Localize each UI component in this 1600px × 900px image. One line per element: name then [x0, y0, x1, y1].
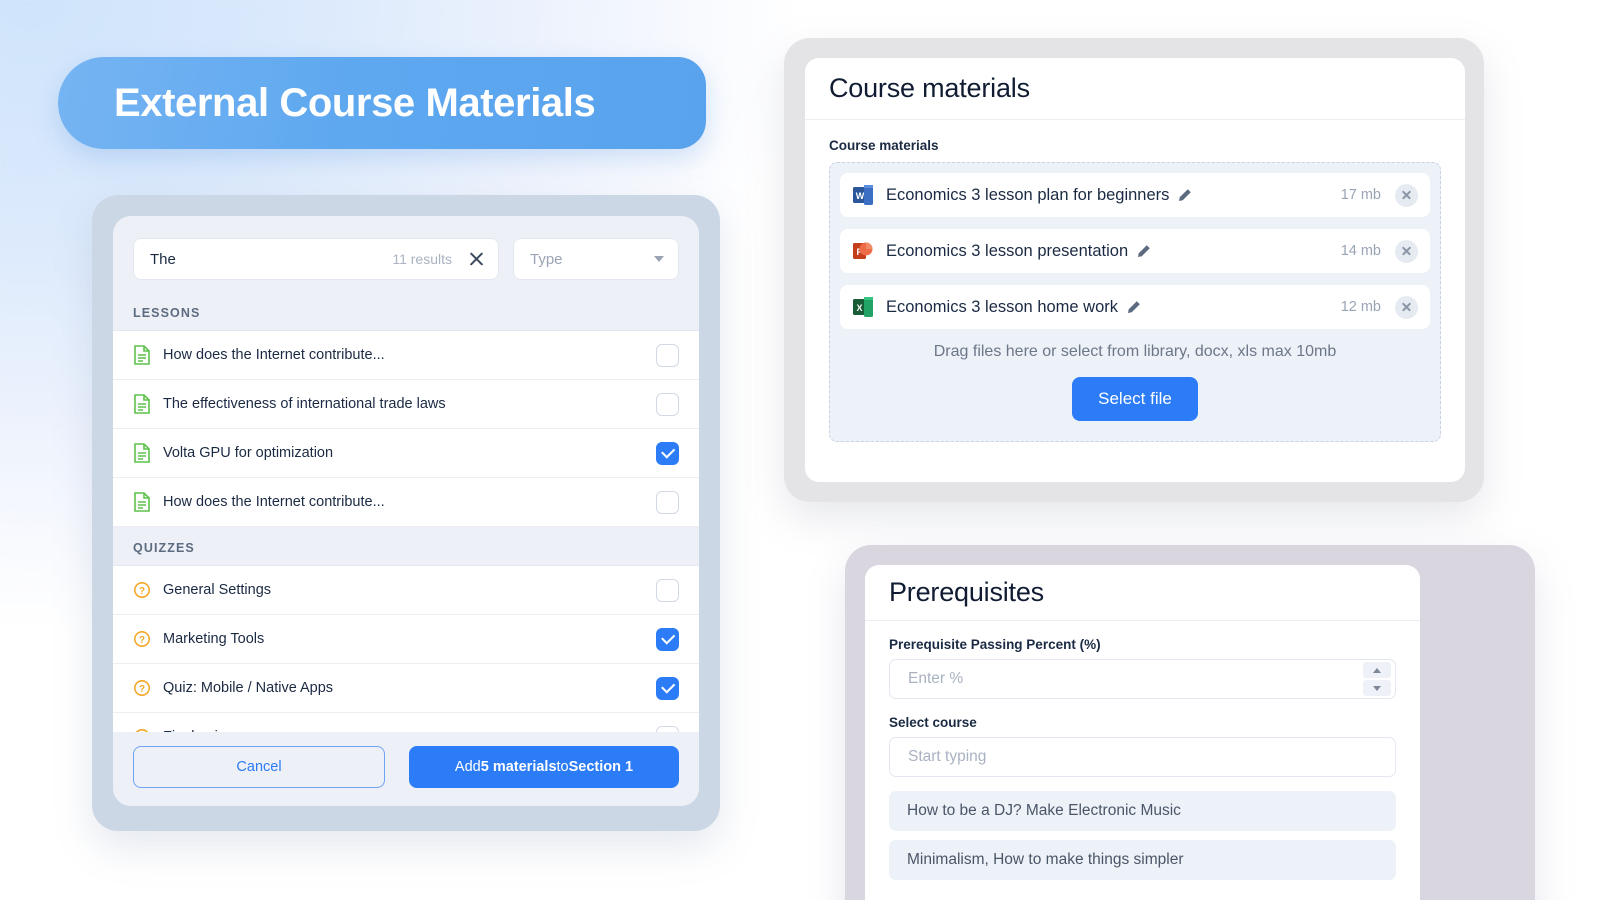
passing-percent-label: Prerequisite Passing Percent (%): [889, 637, 1101, 652]
quiz-question-icon: ?: [134, 680, 150, 696]
course-materials-title: Course materials: [829, 73, 1030, 103]
powerpoint-file-icon: P: [853, 242, 873, 259]
group-header-lessons: LESSONS: [113, 292, 699, 331]
type-filter-label: Type: [530, 250, 563, 268]
add-count: 5 materials: [480, 759, 557, 775]
list-item-label: General Settings: [163, 582, 272, 598]
svg-text:X: X: [856, 303, 862, 313]
select-course-input[interactable]: Start typing: [889, 737, 1396, 777]
list-item-label: The effectiveness of international trade…: [163, 396, 446, 412]
close-circle-icon[interactable]: [1395, 239, 1418, 263]
list-item[interactable]: How does the Internet contribute...: [113, 331, 699, 380]
prerequisites-body: Prerequisite Passing Percent (%) Enter %…: [865, 621, 1420, 880]
search-value: The: [150, 250, 176, 268]
chevron-down-icon: [654, 256, 664, 262]
lesson-doc-icon: [134, 345, 150, 365]
passing-percent-placeholder: Enter %: [908, 670, 964, 687]
pencil-icon[interactable]: [1136, 244, 1151, 259]
select-course-placeholder: Start typing: [908, 748, 987, 765]
file-row[interactable]: P Economics 3 lesson presentation 14 mb: [840, 229, 1430, 273]
pencil-icon[interactable]: [1177, 188, 1192, 203]
excel-file-icon: X: [853, 297, 873, 317]
page-title-banner: External Course Materials: [58, 57, 706, 149]
file-size: 17 mb: [1340, 187, 1381, 203]
close-circle-icon[interactable]: [1395, 183, 1418, 207]
list-item-checkbox[interactable]: [656, 392, 679, 416]
list-item[interactable]: The effectiveness of international trade…: [113, 380, 699, 429]
svg-text:W: W: [856, 191, 865, 201]
course-materials-section-label: Course materials: [829, 138, 939, 153]
select-course-label: Select course: [889, 715, 977, 730]
prerequisites-title: Prerequisites: [889, 577, 1044, 607]
passing-percent-input[interactable]: Enter %: [889, 659, 1396, 699]
pencil-icon[interactable]: [1126, 300, 1141, 315]
list-item[interactable]: ? Final quiz: [113, 713, 699, 732]
list-item-label: Marketing Tools: [163, 631, 265, 647]
page-title: External Course Materials: [114, 80, 596, 125]
list-item-checkbox[interactable]: [656, 676, 679, 700]
list-item-label: Volta GPU for optimization: [163, 445, 334, 461]
svg-text:?: ?: [139, 684, 145, 695]
type-filter-dropdown[interactable]: Type: [513, 238, 679, 280]
list-item[interactable]: ? General Settings: [113, 566, 699, 615]
material-list[interactable]: LESSONS How does the Internet contribute…: [113, 292, 699, 732]
close-icon[interactable]: [466, 249, 486, 269]
file-row[interactable]: W Economics 3 lesson plan for beginners …: [840, 173, 1430, 217]
add-middle: to: [556, 759, 569, 775]
prerequisites-header: Prerequisites: [865, 565, 1420, 621]
list-item[interactable]: Volta GPU for optimization: [113, 429, 699, 478]
list-item-label: Quiz: Mobile / Native Apps: [163, 680, 334, 696]
course-option[interactable]: How to be a DJ? Make Electronic Music: [889, 791, 1396, 831]
file-size: 12 mb: [1340, 299, 1381, 315]
course-option[interactable]: Minimalism, How to make things simpler: [889, 840, 1396, 880]
add-prefix: Add: [454, 759, 481, 775]
select-file-button[interactable]: Select file: [1072, 377, 1198, 421]
chevron-down-icon: [1373, 685, 1381, 691]
course-materials-body: Course materials W Economics 3 lesson pl…: [805, 120, 1465, 442]
file-name: Economics 3 lesson home work: [886, 297, 1119, 316]
stepper-down-button[interactable]: [1363, 680, 1391, 696]
chevron-up-icon: [1373, 667, 1381, 673]
quiz-question-icon: ?: [134, 582, 150, 598]
search-results-count: 11 results: [392, 251, 452, 267]
list-item-checkbox[interactable]: [656, 578, 679, 602]
course-materials-header: Course materials: [805, 58, 1465, 120]
list-item-checkbox[interactable]: [656, 627, 679, 651]
quiz-question-icon: ?: [134, 631, 150, 647]
file-name: Economics 3 lesson presentation: [886, 241, 1129, 260]
lesson-doc-icon: [134, 443, 150, 463]
file-name: Economics 3 lesson plan for beginners: [886, 185, 1170, 204]
quantity-stepper[interactable]: [1363, 662, 1391, 696]
course-materials-panel: Course materials Course materials W Econ…: [805, 58, 1465, 482]
word-file-icon: W: [853, 185, 873, 205]
prerequisites-panel: Prerequisites Prerequisite Passing Perce…: [865, 565, 1420, 900]
picker-footer: Cancel Add 5 materials to Section 1: [113, 732, 699, 806]
svg-text:?: ?: [139, 635, 145, 646]
add-materials-button[interactable]: Add 5 materials to Section 1: [409, 746, 679, 788]
dropzone-hint: Drag files here or select from library, …: [933, 343, 1337, 360]
material-picker-dialog: The 11 results Type LESSONS How does the…: [113, 216, 699, 806]
close-circle-icon[interactable]: [1395, 295, 1418, 319]
list-item[interactable]: ? Marketing Tools: [113, 615, 699, 664]
lesson-doc-icon: [134, 492, 150, 512]
file-size: 14 mb: [1340, 243, 1381, 259]
list-item[interactable]: ? Quiz: Mobile / Native Apps: [113, 664, 699, 713]
cancel-button[interactable]: Cancel: [133, 746, 385, 788]
picker-toolbar: The 11 results Type: [113, 216, 699, 292]
list-item[interactable]: How does the Internet contribute...: [113, 478, 699, 527]
list-item-label: How does the Internet contribute...: [163, 494, 385, 510]
stepper-up-button[interactable]: [1363, 662, 1391, 678]
add-target: Section 1: [568, 759, 634, 775]
file-dropzone[interactable]: W Economics 3 lesson plan for beginners …: [829, 162, 1441, 442]
group-header-quizzes: QUIZZES: [113, 527, 699, 566]
list-item-label: How does the Internet contribute...: [163, 347, 385, 363]
list-item-checkbox[interactable]: [656, 441, 679, 465]
lesson-doc-icon: [134, 394, 150, 414]
list-item-checkbox[interactable]: [656, 490, 679, 514]
file-row[interactable]: X Economics 3 lesson home work 12 mb: [840, 285, 1430, 329]
list-item-checkbox[interactable]: [656, 343, 679, 367]
search-input[interactable]: The 11 results: [133, 238, 499, 280]
svg-text:?: ?: [139, 586, 145, 597]
